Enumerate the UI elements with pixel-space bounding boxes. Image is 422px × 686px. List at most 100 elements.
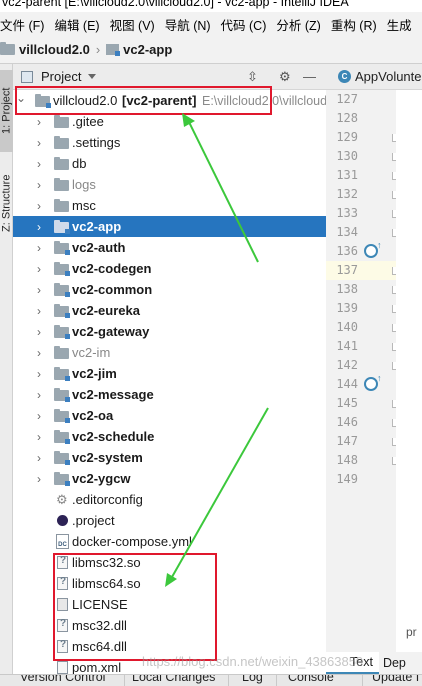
tree-row[interactable]: › vc2-gateway — [13, 321, 326, 342]
tree-row[interactable]: › vc2-ygcw — [13, 468, 326, 489]
tree-row-file[interactable]: .project — [13, 510, 326, 531]
tree-row-label: vc2-system — [72, 450, 143, 465]
tree-row[interactable]: › vc2-system — [13, 447, 326, 468]
chevron-right-icon[interactable]: › — [34, 300, 44, 321]
tree-row-label: vc2-common — [72, 282, 153, 297]
line-number: 142 — [336, 358, 358, 372]
tool-update[interactable]: Update I — [372, 675, 419, 684]
menu-bar: 文件 (F) 编辑 (E) 视图 (V) 导航 (N) 代码 (C) 分析 (Z… — [0, 12, 422, 36]
tree-row[interactable]: › vc2-eureka — [13, 300, 326, 321]
chevron-right-icon[interactable]: › — [34, 405, 44, 426]
line-number: 144 — [336, 377, 358, 391]
line-number: 148 — [336, 453, 358, 467]
module-folder-icon — [54, 367, 70, 381]
chevron-down-icon — [88, 74, 97, 79]
tree-row-file[interactable]: DC docker-compose.yml — [13, 531, 326, 552]
code-area[interactable] — [396, 90, 422, 652]
tree-row[interactable]: › vc2-app — [13, 216, 326, 237]
menu-edit[interactable]: 编辑 (E) — [49, 15, 104, 34]
menu-analyze[interactable]: 分析 (Z) — [271, 15, 325, 34]
editor-gutter[interactable]: 127 128 129 130 131 132 133 134 136 137 138 139 140 1… — [326, 90, 422, 652]
tree-row-label: vc2-auth — [72, 240, 126, 255]
hide-icon[interactable]: — — [303, 69, 316, 84]
chevron-right-icon[interactable]: › — [34, 426, 44, 447]
tree-row-label: logs — [72, 177, 96, 192]
chevron-right-icon[interactable]: › — [34, 153, 44, 174]
folder-icon — [54, 199, 69, 212]
tool-log[interactable]: Log — [242, 675, 263, 684]
chevron-right-icon[interactable]: › — [34, 447, 44, 468]
tree-row-label: vc2-jim — [72, 366, 117, 381]
tree-row[interactable]: › vc2-im — [13, 342, 326, 363]
chevron-right-icon[interactable]: › — [34, 195, 44, 216]
editor-area: C AppVolunte 127 128 129 130 131 132 133 134 136… — [326, 64, 422, 674]
tool-local-changes[interactable]: Local Changes — [132, 675, 215, 684]
line-number: 129 — [336, 130, 358, 144]
chevron-right-icon[interactable]: › — [34, 363, 44, 384]
line-number: 131 — [336, 168, 358, 182]
menu-file[interactable]: 文件 (F) — [0, 15, 49, 34]
chevron-right-icon[interactable]: › — [34, 279, 44, 300]
chevron-right-icon[interactable]: › — [34, 216, 44, 237]
project-panel-title: Project — [41, 69, 82, 84]
tree-row[interactable]: › logs — [13, 174, 326, 195]
project-view-selector[interactable]: Project — [13, 69, 97, 84]
menu-view[interactable]: 视图 (V) — [105, 15, 160, 34]
chevron-right-icon[interactable]: › — [34, 237, 44, 258]
editor-tab[interactable]: C AppVolunte — [326, 64, 422, 90]
chevron-right-icon[interactable]: › — [34, 321, 44, 342]
tree-row[interactable]: › vc2-message — [13, 384, 326, 405]
chevron-right-icon[interactable]: › — [34, 342, 44, 363]
module-folder-icon — [54, 451, 70, 465]
maven-file-icon — [57, 661, 68, 674]
menu-refactor[interactable]: 重构 (R) — [326, 15, 382, 34]
tab-dependencies[interactable]: Dep — [379, 656, 410, 670]
gear-icon[interactable]: ⚙ — [279, 69, 291, 85]
editor-side-label: pr — [406, 625, 417, 639]
tree-file-label: .editorconfig — [72, 492, 143, 507]
override-method-icon[interactable] — [364, 373, 382, 391]
line-number: 130 — [336, 149, 358, 163]
line-number: 136 — [336, 244, 358, 258]
tool-tab-project[interactable]: 1: Project — [0, 70, 13, 152]
chevron-right-icon[interactable]: › — [34, 132, 44, 153]
chevron-right-icon[interactable]: › — [34, 468, 44, 489]
tree-row[interactable]: › vc2-codegen — [13, 258, 326, 279]
override-method-icon[interactable] — [364, 240, 382, 258]
tree-row-label: vc2-app — [72, 219, 122, 234]
line-number: 133 — [336, 206, 358, 220]
tree-row[interactable]: › .settings — [13, 132, 326, 153]
module-folder-icon — [54, 241, 70, 255]
module-folder-icon — [54, 472, 70, 486]
chevron-right-icon[interactable]: › — [34, 384, 44, 405]
breadcrumb-project[interactable]: villcloud2.0 › — [0, 42, 106, 57]
tool-tab-structure[interactable]: Z: Structure — [0, 160, 13, 246]
tree-row-label: msc — [72, 198, 96, 213]
collapse-all-icon[interactable]: ⇳ — [247, 69, 258, 85]
window-title: vc2-parent [E:\villcloud2.0\villcloud2.0… — [2, 0, 349, 9]
menu-code[interactable]: 代码 (C) — [216, 15, 272, 34]
tree-row[interactable]: › vc2-oa — [13, 405, 326, 426]
chevron-right-icon[interactable]: › — [34, 258, 44, 279]
folder-icon — [54, 346, 69, 359]
chevron-right-icon[interactable]: › — [34, 174, 44, 195]
class-icon: C — [338, 70, 351, 83]
line-number: 139 — [336, 301, 358, 315]
menu-build[interactable]: 生成 — [382, 15, 417, 34]
tree-row-label: vc2-codegen — [72, 261, 152, 276]
menu-navigate[interactable]: 导航 (N) — [160, 15, 216, 34]
tree-row[interactable]: › vc2-auth — [13, 237, 326, 258]
module-folder-icon — [54, 388, 70, 402]
tree-row[interactable]: › vc2-jim — [13, 363, 326, 384]
tool-console[interactable]: Console — [288, 675, 334, 684]
left-tool-strip: 1: Project Z: Structure — [0, 64, 13, 674]
tree-row[interactable]: › vc2-schedule — [13, 426, 326, 447]
tree-row[interactable]: › db — [13, 153, 326, 174]
tree-row[interactable]: › vc2-common — [13, 279, 326, 300]
breadcrumb-module[interactable]: vc2-app — [106, 42, 172, 57]
tree-row[interactable]: › msc — [13, 195, 326, 216]
editor-tab-title: AppVolunte — [355, 69, 422, 84]
module-folder-icon — [54, 304, 70, 318]
tree-row-file[interactable]: ⚙ .editorconfig — [13, 489, 326, 510]
tool-version-control[interactable]: Version Control — [20, 675, 105, 684]
